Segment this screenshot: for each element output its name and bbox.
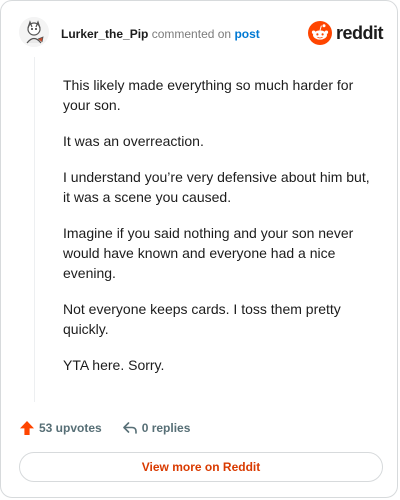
reply-icon [122, 422, 137, 434]
comment-paragraph: Imagine if you said nothing and your son… [63, 225, 354, 281]
reply-button[interactable]: 0 replies [122, 420, 191, 436]
avatar-image [19, 17, 49, 47]
comment-paragraph: I understand you’re very defensive about… [63, 169, 370, 205]
comment-header: Lurker_the_Pip commented on post reddit [19, 17, 384, 51]
comment-paragraph: YTA here. Sorry. [63, 357, 165, 373]
comment-paragraph: This likely made everything so much hard… [63, 77, 354, 113]
comment-byline: Lurker_the_Pip commented on post [61, 27, 260, 41]
reddit-wordmark: reddit [335, 22, 384, 43]
upvote-button[interactable]: 53 upvotes [19, 420, 102, 436]
byline-action-text: commented on [151, 27, 232, 41]
comment-actions: 53 upvotes 0 replies [19, 418, 190, 438]
username-link[interactable]: Lurker_the_Pip [61, 27, 148, 41]
post-link[interactable]: post [234, 27, 259, 41]
reddit-logo-icon [307, 21, 332, 45]
comment-paragraph: Not everyone keeps cards. I toss them pr… [63, 301, 341, 337]
avatar[interactable] [19, 17, 49, 47]
reddit-brand-link[interactable]: reddit [307, 21, 384, 45]
view-more-button[interactable]: View more on Reddit [19, 452, 383, 482]
reply-count: 0 replies [141, 421, 191, 435]
thread-line [34, 57, 35, 402]
comment-paragraph: It was an overreaction. [63, 133, 204, 149]
upvote-count: 53 upvotes [39, 421, 102, 435]
embedded-comment-card: Lurker_the_Pip commented on post reddit … [0, 0, 398, 498]
comment-body: This likely made everything so much hard… [63, 75, 373, 391]
upvote-arrow-icon [20, 421, 34, 435]
